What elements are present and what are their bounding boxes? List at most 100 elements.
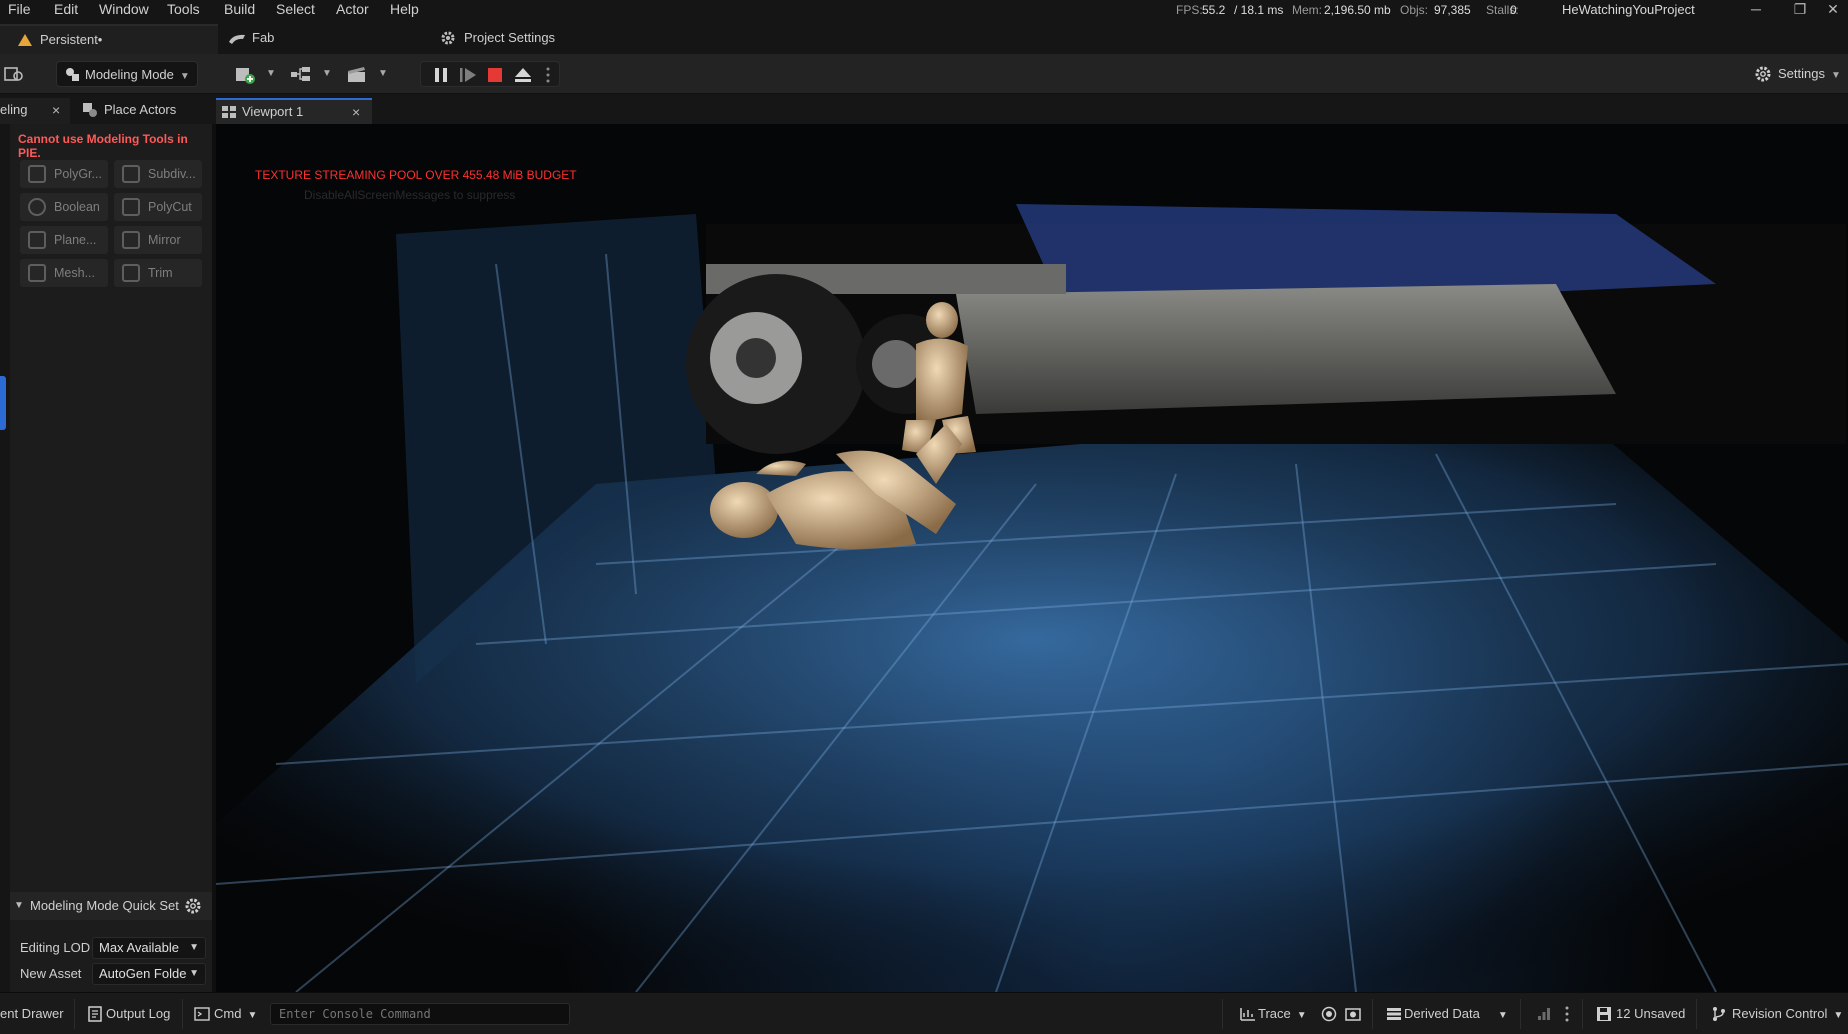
tab-viewport-1[interactable]: Viewport 1 × [216,98,372,124]
tool-mirror[interactable]: Mirror [114,226,202,254]
gear-icon[interactable] [184,897,202,915]
tab-project-settings[interactable]: Project Settings [438,24,618,54]
screenshot-icon[interactable] [1345,1006,1361,1022]
terminal-icon [194,1007,210,1021]
viewport-icon [222,106,236,118]
tool-polycut[interactable]: PolyCut [114,193,202,221]
mesh-icon [28,264,46,282]
settings-button[interactable]: Settings ▼ [1752,61,1844,87]
chevron-down-icon: ▼ [1833,1010,1844,1021]
status-bar: ent Drawer Output Log Cmd ▼ Trace ▼ Derive… [0,992,1848,1034]
level-viewport[interactable]: TEXTURE STREAMING POOL OVER 455.48 MiB B… [216,124,1848,992]
plane-cut-icon [28,231,46,249]
tool-polygroup[interactable]: PolyGr... [20,160,108,188]
signal-bars-icon[interactable] [1537,1007,1551,1021]
unsaved-label: 12 Unsaved [1616,1006,1686,1021]
tool-label: Plane... [54,233,97,247]
tab-persistent-level[interactable]: Persistent• [0,24,218,54]
left-side-strip [0,124,10,992]
save-icon [1597,1007,1611,1021]
chevron-down-icon: ▼ [1296,1010,1307,1021]
derived-data-button[interactable]: Derived Data ▼ [1384,1003,1508,1025]
tab-place-actors[interactable]: Place Actors [74,98,210,124]
trace-button[interactable]: Trace ▼ [1238,1003,1307,1025]
editing-lod-dropdown[interactable]: Max Available ▼ [92,937,206,959]
browse-level-button[interactable] [2,61,28,87]
objs-value: 97,385 [1434,3,1471,17]
divider [1520,999,1521,1029]
panel-splitter-handle[interactable] [0,376,6,430]
trace-label: Trace [1258,1006,1291,1021]
menu-window[interactable]: Window [99,0,149,24]
console-command-input[interactable] [270,1003,570,1025]
tool-plane-cut[interactable]: Plane... [20,226,108,254]
boolean-icon [28,198,46,216]
menu-help[interactable]: Help [390,0,419,24]
divider [1696,999,1697,1029]
tool-label: Subdiv... [148,167,196,181]
menu-tools[interactable]: Tools [167,0,200,24]
texture-streaming-warning: TEXTURE STREAMING POOL OVER 455.48 MiB B… [255,168,577,182]
mode-selector[interactable]: Modeling Mode ▼ [56,61,198,87]
divider [74,999,75,1029]
tab-label: Place Actors [104,102,177,117]
stalls-value: 0 [1510,3,1517,17]
tool-subdivide[interactable]: Subdiv... [114,160,202,188]
dropdown-value: AutoGen Folder [99,966,191,981]
tool-trim[interactable]: Trim [114,259,202,287]
settings-label: Settings [1778,66,1825,81]
cinematics-button[interactable]: ▼ [344,61,388,87]
tab-modeling[interactable]: eling × [0,98,70,124]
output-log-button[interactable]: Output Log [86,1003,170,1025]
eject-icon[interactable] [514,67,532,83]
revision-control-button[interactable]: Revision Control ▼ [1710,1003,1843,1025]
step-frame-icon[interactable] [459,67,477,83]
divider [1372,999,1373,1029]
tool-boolean[interactable]: Boolean [20,193,108,221]
tab-label: Project Settings [464,30,556,45]
polygroup-icon [28,165,46,183]
record-icon[interactable] [1321,1006,1337,1022]
add-actor-button[interactable]: ▼ [232,61,276,87]
content-drawer-button[interactable]: ent Drawer [0,1003,64,1025]
minimize-button[interactable]: ─ [1736,0,1776,22]
derived-data-icon [1387,1008,1401,1020]
pie-warning: Cannot use Modeling Tools in PIE. [18,132,188,160]
menu-select[interactable]: Select [276,0,315,24]
menu-actor[interactable]: Actor [336,0,369,24]
cmd-selector[interactable]: Cmd ▼ [192,1003,260,1025]
tab-label: eling [0,102,28,117]
menu-edit[interactable]: Edit [54,0,78,24]
chevron-down-icon: ▼ [1497,1010,1508,1021]
tool-label: Boolean [54,200,100,214]
divider [1222,999,1223,1029]
menu-file[interactable]: File [8,0,31,24]
close-tab-icon[interactable]: × [52,98,60,122]
stop-icon[interactable] [487,67,503,83]
panel-tab-bar: eling × Place Actors Viewport 1 × [0,94,1848,124]
blueprint-icon [291,67,310,81]
quick-settings-header[interactable]: ▼ Modeling Mode Quick Set [10,892,212,920]
chevron-down-icon: ▼ [247,1010,258,1021]
restore-button[interactable]: ❐ [1780,0,1820,22]
tool-label: PolyCut [148,200,192,214]
blueprints-button[interactable]: ▼ [288,61,332,87]
subdivide-icon [122,165,140,183]
branch-icon [1713,1007,1725,1021]
more-options-icon[interactable] [545,67,551,83]
tab-fab[interactable]: Fab [226,24,406,54]
close-tab-icon[interactable]: × [352,100,360,124]
add-actor-icon [236,68,255,84]
pause-icon[interactable] [433,67,449,83]
main-toolbar: Modeling Mode ▼ ▼ ▼ ▼ Settings ▼ [0,54,1848,94]
menu-build[interactable]: Build [224,0,255,24]
mirror-icon [122,231,140,249]
more-options-icon[interactable] [1564,1006,1570,1022]
unsaved-assets-button[interactable]: 12 Unsaved [1594,1003,1685,1025]
new-asset-dropdown[interactable]: AutoGen Folder ▼ [92,963,206,985]
tool-mesh-boolean[interactable]: Mesh... [20,259,108,287]
scene-render-image [216,204,1848,992]
close-window-button[interactable]: ✕ [1818,0,1848,22]
editing-lod-label: Editing LOD [20,940,90,955]
tab-label: Fab [252,30,275,45]
